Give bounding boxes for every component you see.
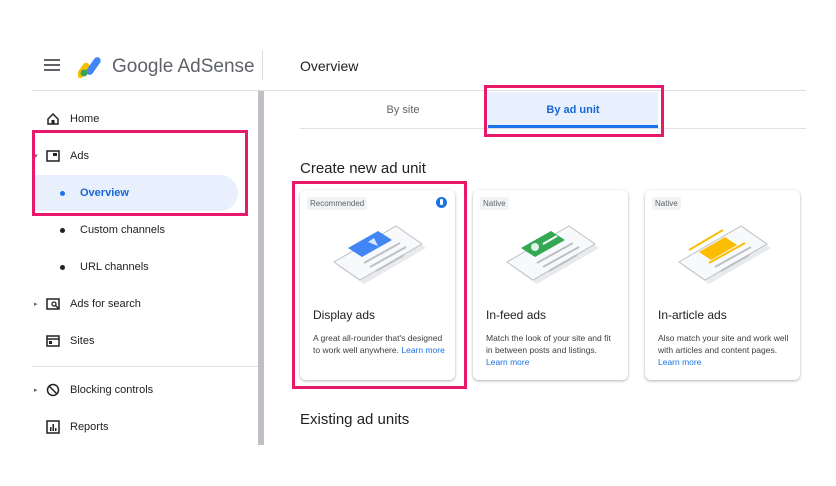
sidebar-item-label: Custom channels: [80, 224, 165, 236]
sites-icon: [46, 335, 60, 347]
bullet-icon: [60, 228, 65, 233]
create-ad-unit-heading: Create new ad unit: [300, 160, 426, 177]
native-badge: Native: [652, 197, 681, 210]
card-title: In-article ads: [658, 308, 727, 322]
header-divider: [32, 90, 806, 91]
sidebar-item-label: Ads for search: [70, 298, 141, 310]
native-badge: Native: [480, 197, 509, 210]
sidebar-item-label: URL channels: [80, 261, 149, 273]
sidebar-item-blocking-controls[interactable]: ▸ Blocking controls: [32, 372, 258, 408]
card-title: In-feed ads: [486, 308, 547, 322]
highlight-box-ads: [32, 130, 248, 216]
card-description: Match the look of your site and fit in b…: [486, 333, 611, 367]
sidebar-scrollbar[interactable]: [258, 91, 264, 445]
card-description: Also match your site and work well with …: [658, 333, 789, 367]
expand-caret-icon[interactable]: ▸: [34, 300, 38, 308]
blocking-controls-icon: [46, 383, 60, 397]
expand-caret-icon[interactable]: ▸: [34, 386, 38, 394]
learn-more-link[interactable]: Learn more: [486, 357, 529, 367]
tab-by-site[interactable]: By site: [318, 92, 488, 128]
bullet-icon: [60, 265, 65, 270]
existing-ad-units-heading: Existing ad units: [300, 411, 410, 428]
adsense-logo: [78, 57, 101, 78]
sidebar-item-label: Reports: [70, 421, 109, 433]
sidebar-item-label: Home: [70, 113, 100, 125]
learn-more-link[interactable]: Learn more: [658, 357, 701, 367]
sidebar-item-label: Sites: [70, 335, 95, 347]
in-article-ads-card[interactable]: Native In-article ads Also match your si…: [645, 190, 800, 380]
highlight-box-display-ads: [292, 181, 467, 389]
in-feed-ads-card[interactable]: Native In-feed ads Match the look of you…: [473, 190, 628, 380]
sidebar-item-sites[interactable]: Sites: [32, 323, 258, 359]
sidebar-item-label: Blocking controls: [70, 384, 154, 396]
sidebar-item-ads-for-search[interactable]: ▸ Ads for search: [32, 286, 258, 322]
brand-name: Google AdSense: [112, 56, 255, 77]
sidebar-divider: [32, 366, 258, 367]
menu-icon[interactable]: [44, 59, 60, 73]
sidebar-item-custom-channels[interactable]: Custom channels: [32, 212, 258, 248]
highlight-box-by-ad-unit: [484, 85, 664, 137]
home-icon: [47, 112, 59, 125]
in-feed-ad-illustration: [506, 225, 599, 284]
reports-icon: [46, 420, 60, 434]
topbar-divider: [262, 50, 263, 80]
sidebar-item-reports[interactable]: Reports: [32, 409, 258, 445]
page-title: Overview: [300, 58, 359, 74]
in-article-ad-illustration: [678, 225, 771, 284]
sidebar-item-url-channels[interactable]: URL channels: [32, 249, 258, 285]
ads-for-search-icon: [46, 298, 60, 310]
